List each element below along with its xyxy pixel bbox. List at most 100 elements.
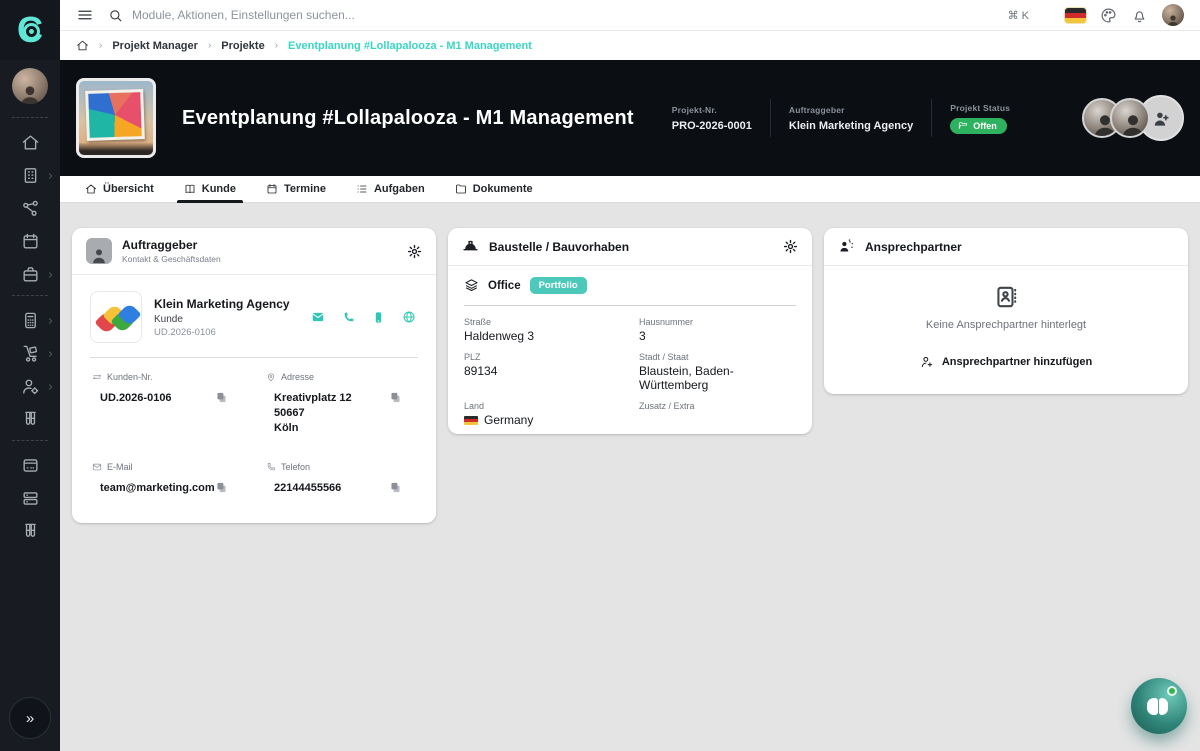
app-logo[interactable]: C [0,0,60,60]
ai-assistant-button[interactable] [1131,678,1187,734]
person-icon [1167,15,1179,26]
sidebar-item-lab[interactable] [0,403,60,436]
tab-aufgaben[interactable]: Aufgaben [341,176,440,202]
calculator-icon [24,312,36,329]
field-street: Straße Haldenweg 3 [464,317,621,343]
project-number-label: Projekt-Nr. [671,104,717,115]
chevron-right-icon [49,271,52,278]
sidebar: C [0,0,60,751]
mail-icon [312,312,324,322]
number-value: 3 [639,329,646,343]
add-contact-button[interactable]: Ansprechpartner hinzufügen [920,355,1092,369]
copy-button[interactable] [215,391,228,404]
building-icon [24,168,36,183]
billboard-graphic [85,89,145,141]
sidebar-item-calendar[interactable] [0,225,60,258]
client-label: Auftraggeber [788,104,845,115]
search-input[interactable] [132,8,552,22]
search-icon [108,8,123,23]
company-logo [90,291,142,343]
tab-bar: Übersicht Kunde Termine Aufgaben Dokumen… [60,176,1200,203]
site-card-header: Baustelle / Bauvorhaben [448,228,812,266]
status-badge[interactable]: Offen [950,117,1007,134]
smartphone-icon [375,311,382,323]
sidebar-item-terminal[interactable] [0,449,60,482]
client-card-subtitle: Kontakt & Geschäftsdaten [122,254,221,264]
palette-icon [1101,8,1116,22]
topbar-user-avatar[interactable] [1162,4,1184,26]
copy-icon [391,392,400,403]
breadcrumb-current[interactable]: Eventplanung #Lollapalooza - M1 Manageme… [288,40,532,52]
field-country: Land Germany [464,401,621,427]
breadcrumb-item-projekte[interactable]: Projekte [221,40,264,52]
field-city: Stadt / Staat Blaustein, Baden-Württembe… [639,352,796,392]
sidebar-item-rack[interactable] [0,482,60,515]
site-settings-button[interactable] [783,239,798,254]
rack-icon [22,492,38,505]
client-settings-button[interactable] [407,244,422,259]
topbar: ⌘ K [60,0,1200,31]
street-value: Haldenweg 3 [464,329,535,343]
sidebar-item-user-settings[interactable] [0,370,60,403]
member-avatar[interactable] [1110,98,1150,138]
sidebar-item-lab-2[interactable] [0,515,60,548]
breadcrumb-home[interactable] [76,39,89,52]
contact-card-icon [993,284,1019,310]
sidebar-item-home[interactable] [0,126,60,159]
sidebar-collapse-button[interactable]: » [9,697,51,739]
phone-value: 22144455566 [274,481,342,494]
folder-icon [455,184,466,194]
portfolio-badge[interactable]: Portfolio [529,277,587,294]
contacts-card-header: Ansprechpartner [824,228,1188,266]
site-name-row: Office Portfolio [464,277,796,294]
copy-button[interactable] [389,391,402,404]
field-extra: Zusatz / Extra [639,401,695,411]
app-root: C [0,0,1200,751]
email-value: team@marketing.com [100,481,215,494]
project-header: Eventplanung #Lollapalooza - M1 Manageme… [60,60,1200,176]
gear-icon [407,244,422,258]
people-icon [840,239,854,252]
client-block: Auftraggeber Klein Marketing Agency [789,105,913,132]
website-action-button[interactable] [402,310,416,324]
sidebar-item-network[interactable] [0,192,60,225]
breadcrumb-separator: › [99,40,103,51]
tab-dokumente[interactable]: Dokumente [440,176,548,202]
tab-uebersicht[interactable]: Übersicht [70,176,169,202]
company-id: UD.2026-0106 [154,326,216,338]
copy-button[interactable] [389,481,402,494]
briefcase-icon [22,267,38,282]
sidebar-item-projects[interactable] [0,258,60,291]
project-thumbnail[interactable] [76,78,156,158]
city-value: Blaustein, Baden-Württemberg [639,364,734,392]
bell-icon [1134,10,1145,22]
company-info: Klein Marketing Agency Kunde UD.2026-010… [154,297,290,338]
plz-value: 89134 [464,364,498,378]
mail-action-button[interactable] [311,310,325,324]
sidebar-item-companies[interactable] [0,159,60,192]
person-icon [1123,115,1143,136]
mail-icon [92,462,102,472]
sidebar-item-calculator[interactable] [0,304,60,337]
field-plz: PLZ 89134 [464,352,621,392]
sidebar-user-avatar[interactable] [12,68,48,104]
breadcrumb-separator: › [207,40,212,51]
tab-termine[interactable]: Termine [251,176,341,202]
sidebar-divider [12,117,48,118]
contacts-empty-text: Keine Ansprechpartner hinterlegt [925,319,1087,331]
notifications-button[interactable] [1131,7,1148,24]
phone-icon [266,462,276,472]
language-flag-german[interactable] [1065,7,1086,23]
theme-palette-button[interactable] [1100,7,1117,24]
breadcrumb-item-projekt-manager[interactable]: Projekt Manager [112,40,198,52]
hamburger-menu-button[interactable] [76,6,94,24]
terminal-icon [22,459,38,472]
copy-button[interactable] [215,481,228,494]
project-number-block: Projekt-Nr. PRO-2026-0001 [672,105,752,132]
person-gear-icon [22,379,38,395]
tab-kunde[interactable]: Kunde [169,176,251,203]
call-action-button[interactable] [342,311,355,324]
sidebar-divider [12,295,48,296]
mobile-action-button[interactable] [372,311,385,324]
sidebar-item-logistics[interactable] [0,337,60,370]
